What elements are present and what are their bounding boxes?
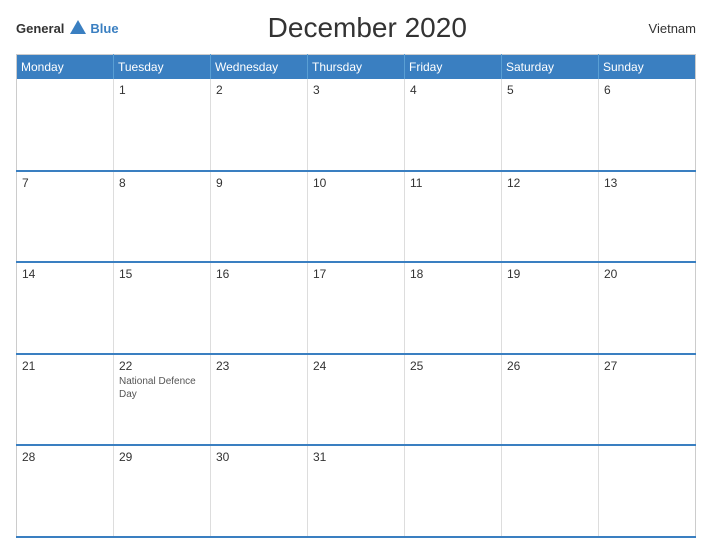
day-number: 24 — [313, 359, 399, 373]
day-number: 20 — [604, 267, 690, 281]
calendar-cell: 8 — [114, 171, 211, 263]
calendar-cell: 31 — [308, 445, 405, 537]
day-number: 29 — [119, 450, 205, 464]
calendar-cell: 9 — [211, 171, 308, 263]
day-number: 28 — [22, 450, 108, 464]
calendar-cell: 16 — [211, 262, 308, 354]
header: General Blue December 2020 Vietnam — [16, 12, 696, 44]
calendar-week-row: 789 10 11 12 13 — [17, 171, 696, 263]
calendar-cell: 14 — [17, 262, 114, 354]
day-number: 15 — [119, 267, 205, 281]
calendar-cell: 7 — [17, 171, 114, 263]
calendar-header: Monday Tuesday Wednesday Thursday Friday… — [17, 55, 696, 80]
logo: General Blue — [16, 21, 119, 36]
calendar-body: 12345678910111213141516171819202122Natio… — [17, 79, 696, 537]
calendar-cell: 24 — [308, 354, 405, 446]
days-header-row: Monday Tuesday Wednesday Thursday Friday… — [17, 55, 696, 80]
calendar-cell: 12 — [502, 171, 599, 263]
day-number: 30 — [216, 450, 302, 464]
day-number: 2 — [216, 83, 302, 97]
day-number: 26 — [507, 359, 593, 373]
calendar-cell: 10 — [308, 171, 405, 263]
day-number: 23 — [216, 359, 302, 373]
day-number: 16 — [216, 267, 302, 281]
day-number: 4 — [410, 83, 496, 97]
calendar-cell: 20 — [599, 262, 696, 354]
day-number: 19 — [507, 267, 593, 281]
logo-blue-text: Blue — [90, 21, 118, 36]
day-number: 3 — [313, 83, 399, 97]
calendar-page: General Blue December 2020 Vietnam Monda… — [0, 0, 712, 550]
col-friday: Friday — [405, 55, 502, 80]
calendar-cell: 19 — [502, 262, 599, 354]
day-number: 8 — [119, 176, 205, 190]
calendar-cell: 3 — [308, 79, 405, 171]
calendar-week-row: 28 29 30 31 — [17, 445, 696, 537]
calendar-week-row: 14 15 16 17 18 19 20 — [17, 262, 696, 354]
col-monday: Monday — [17, 55, 114, 80]
calendar-cell: 29 — [114, 445, 211, 537]
calendar-cell: 26 — [502, 354, 599, 446]
calendar-cell: 28 — [17, 445, 114, 537]
day-number: 17 — [313, 267, 399, 281]
calendar-cell — [405, 445, 502, 537]
calendar-cell: 11 — [405, 171, 502, 263]
month-title: December 2020 — [119, 12, 616, 44]
calendar-cell: 4 — [405, 79, 502, 171]
calendar-cell: 27 — [599, 354, 696, 446]
calendar-table: Monday Tuesday Wednesday Thursday Friday… — [16, 54, 696, 538]
calendar-cell — [17, 79, 114, 171]
day-number: 25 — [410, 359, 496, 373]
col-thursday: Thursday — [308, 55, 405, 80]
calendar-cell: 1 — [114, 79, 211, 171]
day-number: 27 — [604, 359, 690, 373]
day-number: 12 — [507, 176, 593, 190]
col-wednesday: Wednesday — [211, 55, 308, 80]
calendar-cell: 22 National Defence Day — [114, 354, 211, 446]
day-number: 22 — [119, 359, 205, 373]
calendar-cell: 2 — [211, 79, 308, 171]
event-label: National Defence Day — [119, 375, 205, 401]
calendar-cell: 13 — [599, 171, 696, 263]
day-number: 7 — [22, 176, 108, 190]
calendar-cell: 6 — [599, 79, 696, 171]
col-sunday: Sunday — [599, 55, 696, 80]
day-number: 13 — [604, 176, 690, 190]
day-number: 31 — [313, 450, 399, 464]
logo-triangle-icon — [70, 20, 86, 34]
calendar-cell: 25 — [405, 354, 502, 446]
calendar-cell: 15 — [114, 262, 211, 354]
calendar-cell: 17 — [308, 262, 405, 354]
calendar-cell: 5 — [502, 79, 599, 171]
calendar-cell: 18 — [405, 262, 502, 354]
country-label: Vietnam — [616, 21, 696, 36]
calendar-cell — [502, 445, 599, 537]
day-number: 9 — [216, 176, 302, 190]
calendar-cell — [599, 445, 696, 537]
day-number: 21 — [22, 359, 108, 373]
logo-general-text: General — [16, 21, 64, 36]
day-number: 18 — [410, 267, 496, 281]
calendar-cell: 21 — [17, 354, 114, 446]
calendar-cell: 23 — [211, 354, 308, 446]
calendar-week-row: 21 22 National Defence Day 23 24 25 26 27 — [17, 354, 696, 446]
col-tuesday: Tuesday — [114, 55, 211, 80]
col-saturday: Saturday — [502, 55, 599, 80]
calendar-cell: 30 — [211, 445, 308, 537]
day-number: 10 — [313, 176, 399, 190]
day-number: 14 — [22, 267, 108, 281]
day-number: 1 — [119, 83, 205, 97]
calendar-week-row: 123456 — [17, 79, 696, 171]
day-number: 11 — [410, 176, 496, 190]
day-number: 5 — [507, 83, 593, 97]
day-number: 6 — [604, 83, 690, 97]
